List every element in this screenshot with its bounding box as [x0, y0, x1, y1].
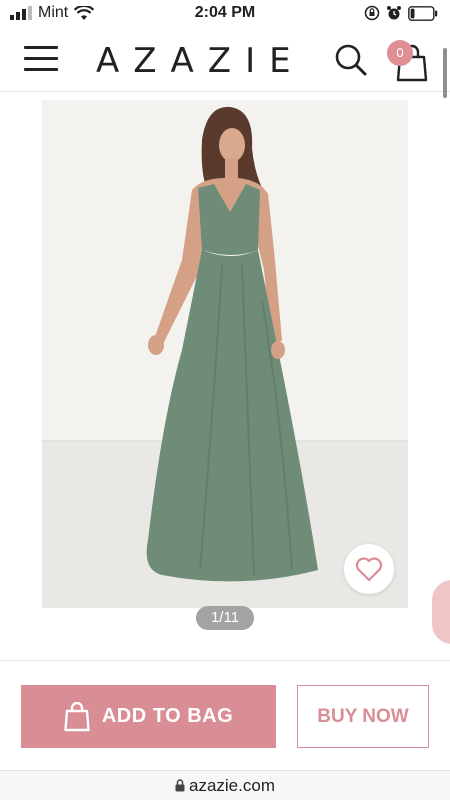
- site-logo[interactable]: AZAZIE: [96, 41, 305, 81]
- status-bar: Mint 2:04 PM: [0, 0, 450, 28]
- side-chat-button[interactable]: [432, 580, 450, 644]
- buy-now-button[interactable]: BUY NOW: [297, 685, 429, 748]
- heart-icon: [355, 557, 383, 582]
- action-bar: ADD TO BAG BUY NOW: [0, 660, 450, 770]
- alarm-icon: [387, 6, 401, 20]
- image-pager: 1/11: [196, 606, 254, 630]
- site-header: AZAZIE 0: [0, 28, 450, 92]
- battery-icon: [408, 5, 438, 21]
- url-text: azazie.com: [189, 775, 275, 795]
- wishlist-button[interactable]: [344, 544, 394, 594]
- hamburger-line: [24, 68, 58, 71]
- search-icon: [335, 44, 367, 76]
- hamburger-line: [24, 57, 58, 60]
- dress-photo: [42, 100, 408, 608]
- bag-icon: [64, 701, 90, 731]
- buy-now-label: BUY NOW: [317, 705, 409, 727]
- search-button[interactable]: [333, 42, 369, 78]
- add-to-bag-label: ADD TO BAG: [101, 705, 234, 727]
- menu-button[interactable]: [24, 46, 58, 74]
- browser-url-bar[interactable]: azazie.com: [0, 770, 450, 800]
- page-scrollbar[interactable]: [443, 48, 447, 98]
- bag-count-badge: 0: [387, 40, 413, 66]
- add-to-bag-button[interactable]: ADD TO BAG: [21, 685, 276, 748]
- screen-lock-icon: [364, 5, 380, 21]
- hamburger-icon: [24, 46, 58, 49]
- lock-icon: [175, 779, 185, 792]
- product-image[interactable]: [42, 100, 408, 608]
- status-right: [364, 5, 438, 21]
